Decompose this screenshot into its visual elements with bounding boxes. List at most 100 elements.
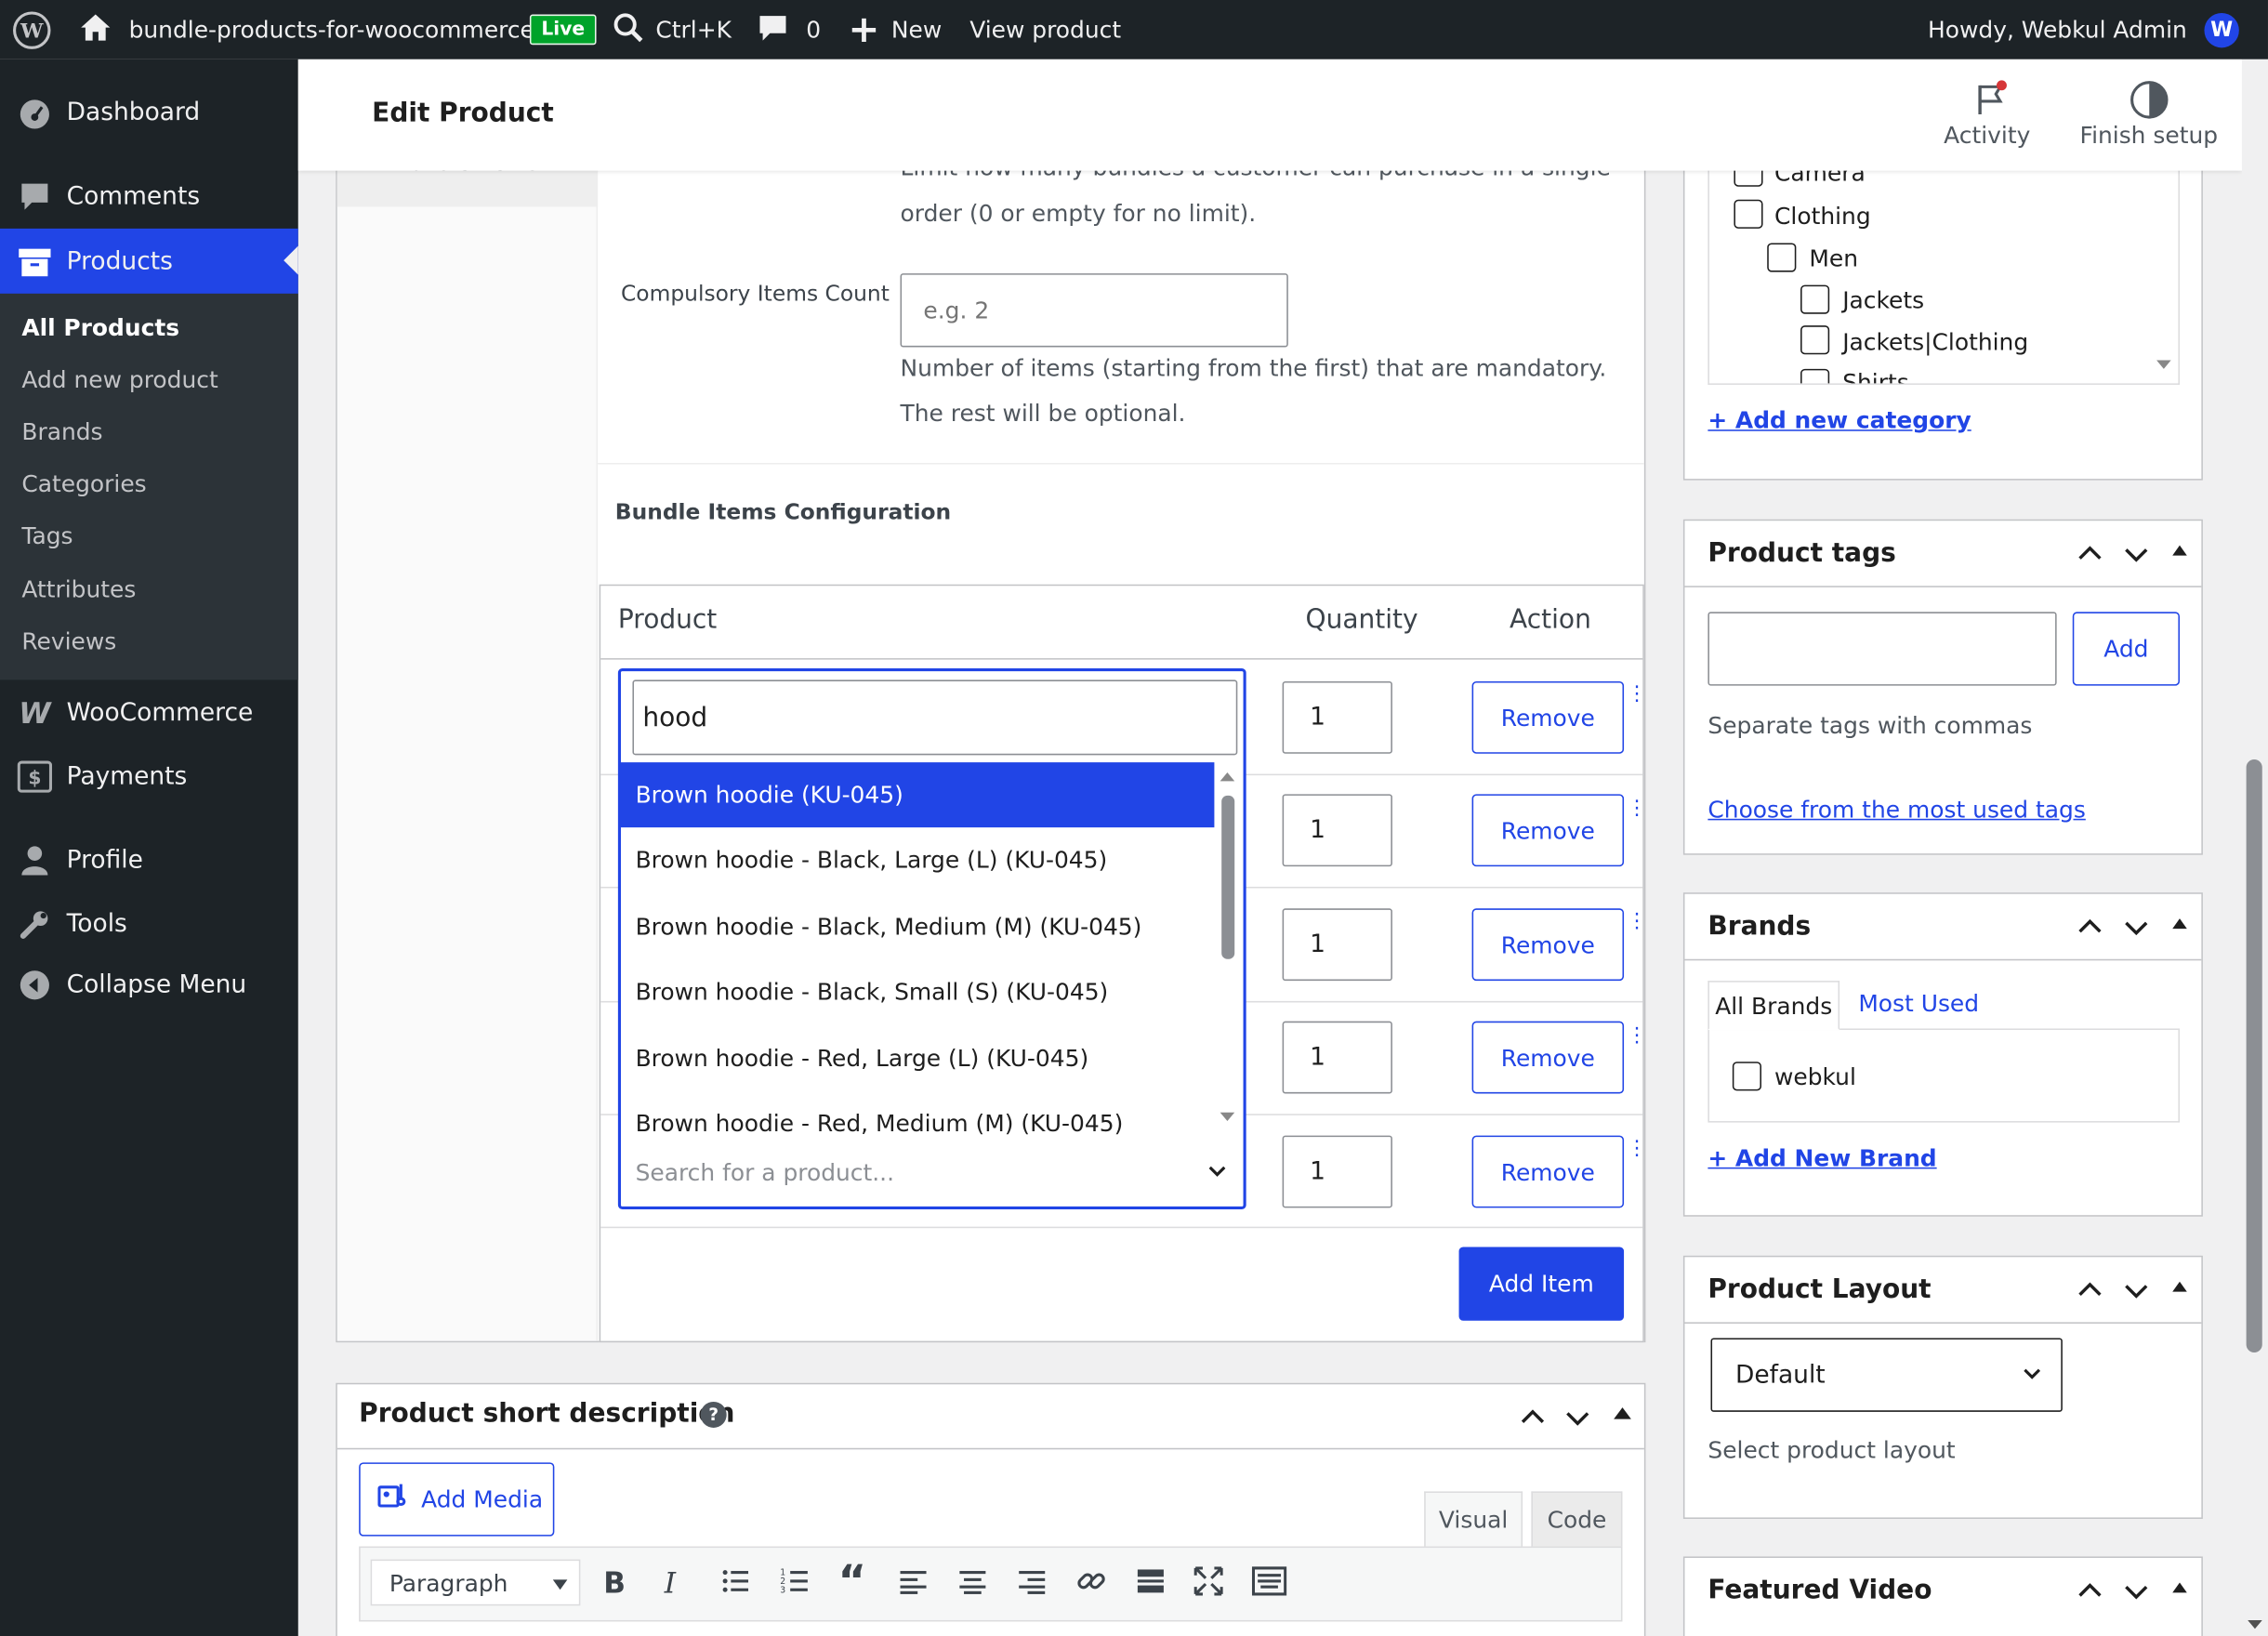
italic-icon[interactable]: I bbox=[665, 1565, 676, 1600]
add-tag-button[interactable]: Add bbox=[2072, 612, 2180, 686]
move-up-icon[interactable] bbox=[1518, 1404, 1547, 1438]
toggle-panel-icon[interactable] bbox=[1614, 1407, 1631, 1419]
view-product-link[interactable]: View product bbox=[969, 0, 1121, 59]
dropdown-option[interactable]: Brown hoodie - Black, Small (S) (KU-045) bbox=[636, 978, 1109, 1006]
scroll-down-arrow[interactable] bbox=[2248, 1619, 2262, 1629]
tab-visual[interactable]: Visual bbox=[1424, 1491, 1523, 1547]
submenu-attributes[interactable]: Attributes bbox=[21, 575, 136, 603]
row-handle-icon[interactable]: ⋮ bbox=[1627, 1137, 1647, 1160]
menu-comments[interactable]: Comments bbox=[0, 165, 298, 228]
toggle-panel-icon[interactable] bbox=[2172, 545, 2187, 556]
remove-button-1[interactable]: Remove bbox=[1471, 680, 1625, 754]
numbered-list-icon[interactable]: 123 bbox=[780, 1566, 809, 1601]
submenu-tags[interactable]: Tags bbox=[21, 522, 73, 550]
scroll-down-arrow[interactable] bbox=[2156, 360, 2171, 369]
product-search-input[interactable]: hood bbox=[632, 679, 1238, 756]
row-handle-icon[interactable]: ⋮ bbox=[1627, 1024, 1647, 1048]
dropdown-option[interactable]: Brown hoodie - Red, Large (L) (KU-045) bbox=[636, 1045, 1089, 1073]
layout-select[interactable]: Default bbox=[1710, 1338, 2063, 1412]
page-scrollbar-thumb[interactable] bbox=[2246, 759, 2262, 1353]
menu-dashboard[interactable]: Dashboard bbox=[0, 81, 298, 144]
quantity-input-5[interactable]: 1 bbox=[1282, 1135, 1392, 1208]
bullet-list-icon[interactable] bbox=[720, 1566, 749, 1601]
finish-setup-button[interactable]: Finish setup bbox=[2076, 76, 2226, 163]
toggle-panel-icon[interactable] bbox=[2172, 1281, 2187, 1292]
row-handle-icon[interactable]: ⋮ bbox=[1627, 910, 1647, 933]
move-down-icon[interactable] bbox=[2122, 1276, 2151, 1311]
dropdown-scrollbar-thumb[interactable] bbox=[1221, 795, 1235, 959]
new-content-link[interactable]: + New bbox=[848, 0, 942, 59]
category-checkbox[interactable] bbox=[1767, 243, 1797, 272]
move-down-icon[interactable] bbox=[2122, 1577, 2151, 1611]
blockquote-icon[interactable]: “ bbox=[838, 1556, 867, 1606]
remove-button-3[interactable]: Remove bbox=[1471, 908, 1625, 982]
brand-checkbox[interactable] bbox=[1732, 1062, 1761, 1091]
scroll-up-arrow[interactable] bbox=[1220, 772, 1235, 782]
move-down-icon[interactable] bbox=[2122, 913, 2151, 947]
menu-tools[interactable]: Tools bbox=[0, 892, 298, 956]
toggle-panel-icon[interactable] bbox=[2172, 918, 2187, 930]
fullscreen-icon[interactable] bbox=[1193, 1566, 1223, 1601]
menu-profile[interactable]: Profile bbox=[0, 829, 298, 892]
menu-products[interactable]: Products bbox=[0, 228, 298, 294]
dropdown-option[interactable]: Brown hoodie - Black, Medium (M) (KU-045… bbox=[636, 913, 1142, 941]
align-center-icon[interactable] bbox=[958, 1566, 987, 1601]
link-icon[interactable] bbox=[1075, 1565, 1107, 1603]
site-name-link[interactable]: bundle-products-for-woocommerce bbox=[80, 0, 534, 59]
remove-button-4[interactable]: Remove bbox=[1471, 1021, 1625, 1094]
move-up-icon[interactable] bbox=[2076, 913, 2104, 947]
new-tag-input[interactable] bbox=[1708, 612, 2057, 686]
scroll-down-arrow[interactable] bbox=[1220, 1112, 1235, 1122]
toggle-panel-icon[interactable] bbox=[2172, 1582, 2187, 1593]
category-checkbox[interactable] bbox=[1800, 325, 1830, 355]
chevron-down-icon[interactable] bbox=[1206, 1160, 1229, 1189]
menu-woocommerce[interactable]: W WooCommerce bbox=[0, 681, 298, 745]
compulsory-items-input[interactable] bbox=[900, 273, 1288, 348]
submenu-categories[interactable]: Categories bbox=[21, 470, 146, 498]
move-down-icon[interactable] bbox=[1563, 1404, 1592, 1438]
remove-button-2[interactable]: Remove bbox=[1471, 794, 1625, 867]
quantity-input-1[interactable]: 1 bbox=[1282, 680, 1392, 754]
command-search-button[interactable]: Ctrl+K bbox=[613, 0, 732, 59]
add-media-button[interactable]: Add Media bbox=[359, 1462, 555, 1537]
move-up-icon[interactable] bbox=[2076, 1577, 2104, 1611]
category-checkbox[interactable] bbox=[1800, 368, 1830, 384]
dropdown-option[interactable]: Brown hoodie - Red, Medium (M) (KU-045) bbox=[636, 1110, 1124, 1138]
activity-button[interactable]: Activity bbox=[1933, 76, 2050, 163]
submenu-add-new-product[interactable]: Add new product bbox=[21, 366, 218, 394]
align-right-icon[interactable] bbox=[1018, 1566, 1047, 1601]
my-account-link[interactable]: Howdy, Webkul Admin W bbox=[1928, 0, 2239, 59]
category-checkbox[interactable] bbox=[1734, 199, 1763, 229]
menu-collapse[interactable]: Collapse Menu bbox=[0, 954, 298, 1017]
row-handle-icon[interactable]: ⋮ bbox=[1627, 683, 1647, 706]
row-handle-icon[interactable]: ⋮ bbox=[1627, 797, 1647, 820]
move-down-icon[interactable] bbox=[2122, 539, 2151, 574]
dropdown-option-highlighted[interactable]: Brown hoodie (KU-045) bbox=[620, 762, 1215, 828]
wordpress-logo-icon[interactable]: W bbox=[11, 0, 52, 59]
remove-button-5[interactable]: Remove bbox=[1471, 1135, 1625, 1208]
most-used-tags-link[interactable]: Choose from the most used tags bbox=[1708, 796, 2085, 824]
menu-payments[interactable]: $ Payments bbox=[0, 745, 298, 808]
quantity-input-3[interactable]: 1 bbox=[1282, 908, 1392, 982]
submenu-all-products[interactable]: All Products bbox=[21, 314, 179, 342]
category-checkbox[interactable] bbox=[1800, 284, 1830, 314]
dropdown-option[interactable]: Brown hoodie - Black, Large (L) (KU-045) bbox=[636, 846, 1108, 874]
read-more-icon[interactable] bbox=[1136, 1566, 1165, 1601]
format-select[interactable]: Paragraph bbox=[370, 1559, 581, 1606]
add-item-button[interactable]: Add Item bbox=[1458, 1247, 1625, 1321]
keyboard-toolbar-toggle-icon[interactable] bbox=[1251, 1565, 1287, 1603]
tab-all-brands[interactable]: All Brands bbox=[1708, 981, 1840, 1031]
bold-icon[interactable]: B bbox=[603, 1565, 626, 1600]
quantity-input-4[interactable]: 1 bbox=[1282, 1021, 1392, 1094]
help-icon[interactable]: ? bbox=[700, 1401, 727, 1428]
add-new-category-link[interactable]: + Add new category bbox=[1708, 406, 1971, 434]
add-new-brand-link[interactable]: + Add New Brand bbox=[1708, 1144, 1936, 1172]
move-up-icon[interactable] bbox=[2076, 539, 2104, 574]
tab-most-used-brands[interactable]: Most Used bbox=[1858, 989, 1979, 1017]
quantity-input-2[interactable]: 1 bbox=[1282, 794, 1392, 867]
align-left-icon[interactable] bbox=[899, 1566, 928, 1601]
comments-link[interactable]: 0 bbox=[757, 0, 821, 59]
move-up-icon[interactable] bbox=[2076, 1276, 2104, 1311]
submenu-reviews[interactable]: Reviews bbox=[21, 627, 116, 655]
submenu-brands[interactable]: Brands bbox=[21, 418, 102, 446]
